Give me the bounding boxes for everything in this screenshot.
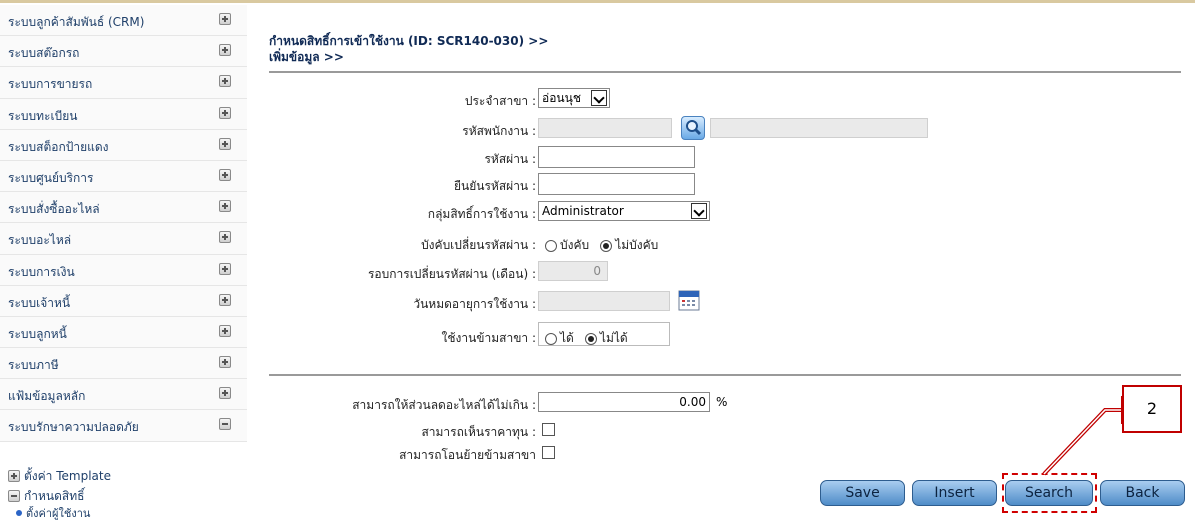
annotation-arrow [1042,396,1123,476]
annotation-callout: 2 [1122,385,1182,433]
annotation-number: 2 [1146,399,1158,418]
